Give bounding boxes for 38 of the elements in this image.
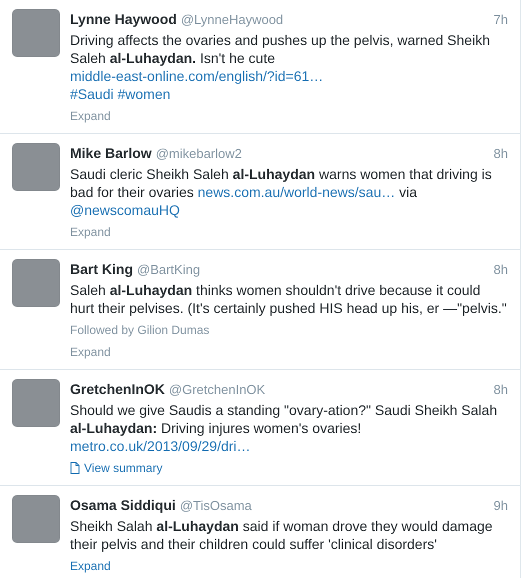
avatar-image	[12, 495, 60, 543]
followed-by-text: Followed by Gilion Dumas	[70, 322, 210, 339]
user-handle[interactable]: @TisOsama	[180, 496, 252, 516]
tweet-link[interactable]: middle-east-online.com/english/?id=61…	[70, 68, 324, 84]
expand-link[interactable]: Expand	[70, 223, 111, 241]
user-name[interactable]: Lynne Haywood	[70, 9, 177, 30]
avatar-image	[12, 259, 60, 307]
user-handle[interactable]: @LynneHaywood	[180, 10, 284, 30]
tweet-time[interactable]: 8h	[494, 260, 508, 280]
tweet-text: Sheikh Salah al-Luhaydan said if woman drove they would damage their pelvis and their children could suffer 'clinical disorders'	[70, 517, 494, 553]
user-name[interactable]: Osama Siddiqui	[70, 495, 176, 516]
tweet-text: Driving affects the ovaries and pushes up the pelvis, warned Sheikh Saleh al-Luhaydan. Isn't he cute middle-east-online.com/english/?id=61… #Saudi #women	[70, 31, 491, 103]
tweet-time[interactable]: 8h	[494, 380, 508, 400]
tweet-time[interactable]: 7h	[494, 10, 508, 30]
tweet-link[interactable]: @newscomauHQ	[70, 202, 180, 218]
user-name[interactable]: Mike Barlow	[70, 143, 152, 164]
tweet-link[interactable]: news.com.au/world-news/sau…	[198, 184, 396, 200]
expand-link[interactable]: Expand	[70, 557, 111, 575]
tweet-link[interactable]: #Saudi	[70, 86, 114, 102]
tweet-time[interactable]: 8h	[494, 144, 508, 164]
tweet-text: Saudi cleric Sheikh Saleh al-Luhaydan warns women that driving is bad for their ovaries news.com.au/world-news/sau… via @newscomauHQ	[70, 165, 493, 219]
expand-link[interactable]: Expand	[70, 107, 111, 125]
user-handle[interactable]: @mikebarlow2	[156, 144, 242, 164]
avatar-image	[12, 143, 60, 191]
user-handle[interactable]: @BartKing	[137, 260, 200, 280]
user-name[interactable]: Bart King	[70, 259, 133, 280]
tweet-link[interactable]: #women	[117, 86, 170, 102]
expand-link[interactable]: Expand	[70, 343, 111, 361]
document-icon	[70, 462, 80, 474]
avatar-image	[12, 9, 60, 57]
user-name[interactable]: GretchenInOK	[70, 379, 165, 400]
view-summary-link[interactable]: View summary	[70, 459, 162, 477]
avatar-image	[12, 379, 60, 427]
tweet-time[interactable]: 9h	[494, 496, 508, 516]
user-handle[interactable]: @GretchenInOK	[168, 380, 266, 400]
tweet-text: Should we give Saudis a standing "ovary-ation?" Saudi Sheikh Salah al-Luhaydan: Driving injures women's ovaries! metro.co.uk/2013/09/29/dri…	[70, 401, 498, 455]
tweet-link[interactable]: metro.co.uk/2013/09/29/dri…	[70, 438, 251, 454]
tweet-text: Saleh al-Luhaydan thinks women shouldn't drive because it could hurt their pelvises. (It's certainly pushed HIS head up his, er —"pelvis."	[70, 281, 508, 317]
